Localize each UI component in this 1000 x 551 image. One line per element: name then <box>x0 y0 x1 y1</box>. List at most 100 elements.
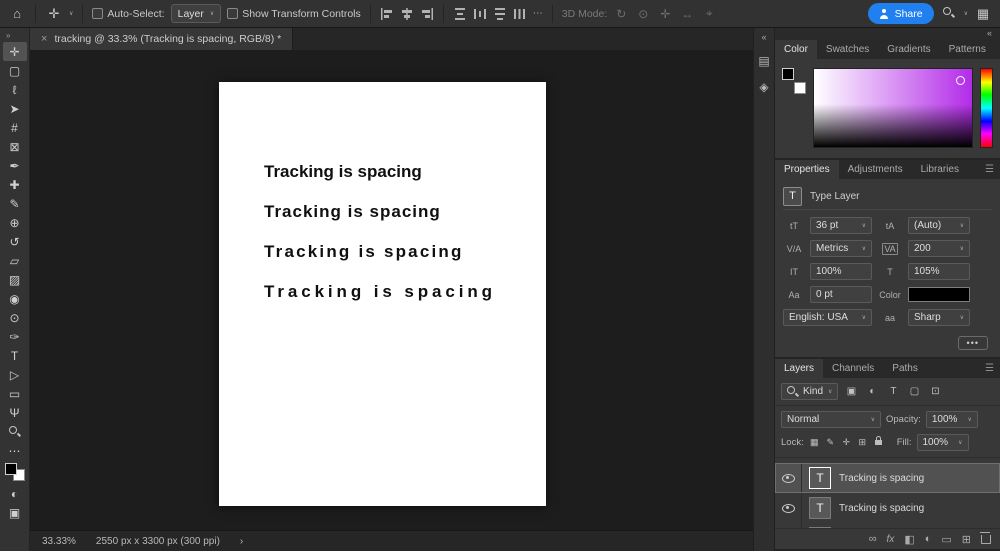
brush-tool[interactable]: ✎ <box>3 194 27 213</box>
zoom-level[interactable]: 33.33% <box>42 536 76 547</box>
type-color-swatch[interactable] <box>908 287 970 302</box>
leading-field[interactable]: (Auto) ∨ <box>908 217 970 234</box>
edit-toolbar-icon[interactable]: ⋯ <box>3 441 27 460</box>
collapse-dock-icon[interactable]: « <box>987 28 992 40</box>
zoom-tool[interactable] <box>3 422 27 441</box>
eraser-tool[interactable]: ▱ <box>3 251 27 270</box>
move-tool[interactable]: ✛ <box>2 42 27 61</box>
object-selection-tool[interactable]: ➤ <box>3 99 27 118</box>
auto-select-checkbox[interactable] <box>92 8 104 19</box>
distribute-vertical-centers-icon[interactable] <box>473 7 487 21</box>
pen-tool[interactable]: ✑ <box>3 327 27 346</box>
document-tab[interactable]: × tracking @ 33.3% (Tracking is spacing,… <box>30 28 294 50</box>
color-picker-marker[interactable] <box>956 76 965 85</box>
foreground-color-chip[interactable] <box>782 68 794 80</box>
dodge-tool[interactable]: ⊙ <box>3 308 27 327</box>
expand-dock-icon[interactable]: « <box>761 32 766 42</box>
libraries-cube-icon[interactable]: ◈ <box>759 80 768 94</box>
opacity-field[interactable]: 100% ∨ <box>925 411 978 428</box>
type-tool[interactable]: T <box>3 346 27 365</box>
share-button[interactable]: Share <box>867 3 934 24</box>
tracking-field[interactable]: 200 ∨ <box>908 240 970 257</box>
panel-menu-icon[interactable]: ☰ <box>995 40 1000 59</box>
more-properties-button[interactable]: ••• <box>957 336 988 350</box>
frame-tool[interactable]: ⊠ <box>3 137 27 156</box>
tab-swatches[interactable]: Swatches <box>817 40 878 59</box>
horizontal-scale-field[interactable]: 105% <box>908 263 970 280</box>
close-icon[interactable]: × <box>41 33 47 45</box>
clone-stamp-tool[interactable]: ⊕ <box>3 213 27 232</box>
tab-patterns[interactable]: Patterns <box>940 40 995 59</box>
distribute-top-edges-icon[interactable] <box>453 7 467 21</box>
lock-all-icon[interactable] <box>874 436 882 445</box>
hand-tool[interactable]: Ψ <box>3 403 27 422</box>
canvas-workspace[interactable]: Tracking is spacing Tracking is spacing … <box>30 50 753 530</box>
layer-row[interactable]: T Tracking is spacing <box>775 463 1000 493</box>
brush-settings-icon[interactable]: ▤ <box>758 54 769 68</box>
baseline-shift-field[interactable]: 0 pt <box>810 286 872 303</box>
color-picker-field[interactable] <box>813 68 973 148</box>
workspace-switcher-icon[interactable]: ▦ <box>974 6 992 22</box>
more-options-icon[interactable]: ⋯ <box>533 8 543 19</box>
tab-gradients[interactable]: Gradients <box>878 40 939 59</box>
distribute-bottom-edges-icon[interactable] <box>493 7 507 21</box>
healing-brush-tool[interactable]: ✚ <box>3 175 27 194</box>
3d-roll-icon[interactable]: ⊙ <box>635 7 651 21</box>
type-layer-thumbnail[interactable]: T <box>809 497 831 519</box>
anti-alias-field[interactable]: Sharp ∨ <box>908 309 970 326</box>
type-layer-thumbnail[interactable]: T <box>809 467 831 489</box>
search-icon[interactable] <box>940 6 958 21</box>
quick-mask-icon[interactable]: ◐ <box>3 484 27 503</box>
language-field[interactable]: English: USA ∨ <box>783 309 872 326</box>
tab-libraries[interactable]: Libraries <box>912 160 968 179</box>
document-page[interactable]: Tracking is spacing Tracking is spacing … <box>219 82 546 506</box>
background-color-chip[interactable] <box>794 82 806 94</box>
marquee-tool[interactable]: ▢ <box>3 61 27 80</box>
distribute-horizontal-centers-icon[interactable] <box>513 7 527 21</box>
tab-layers[interactable]: Layers <box>775 359 824 378</box>
tab-paths[interactable]: Paths <box>883 359 927 378</box>
tab-color[interactable]: Color <box>775 40 817 59</box>
eyedropper-tool[interactable]: ✒ <box>3 156 27 175</box>
3d-orbit-icon[interactable]: ↻ <box>613 7 629 21</box>
rectangle-tool[interactable]: ▭ <box>3 384 27 403</box>
add-mask-icon[interactable]: ◧ <box>904 533 914 546</box>
history-brush-tool[interactable]: ↺ <box>3 232 27 251</box>
tab-properties[interactable]: Properties <box>775 160 839 179</box>
font-size-field[interactable]: 36 pt ∨ <box>810 217 872 234</box>
adjustment-layer-icon[interactable]: ◐ <box>925 533 932 545</box>
3d-slide-icon[interactable]: ↔ <box>679 7 695 21</box>
layer-row[interactable]: T Tracking is spacing <box>775 493 1000 523</box>
filter-shape-layers-icon[interactable]: ▢ <box>906 386 922 397</box>
blend-mode-dropdown[interactable]: Normal ∨ <box>781 411 881 428</box>
lock-position-icon[interactable]: ✛ <box>841 437 852 448</box>
auto-select-target-dropdown[interactable]: Layer ∨ <box>170 4 222 23</box>
foreground-background-swatches[interactable] <box>4 463 25 481</box>
vertical-scale-field[interactable]: 100% <box>810 263 872 280</box>
tools-collapse-icon[interactable]: » <box>0 29 10 42</box>
layer-effects-icon[interactable]: fx <box>887 534 895 545</box>
home-icon[interactable]: ⌂ <box>8 6 26 21</box>
gradient-tool[interactable]: ▨ <box>3 270 27 289</box>
status-menu-chevron[interactable]: › <box>240 536 243 547</box>
kerning-field[interactable]: Metrics ∨ <box>810 240 872 257</box>
chevron-down-icon[interactable]: ∨ <box>964 11 968 17</box>
delete-layer-icon[interactable] <box>980 531 991 544</box>
align-right-edges-icon[interactable] <box>420 7 434 21</box>
current-tool-move-icon[interactable]: ✛ <box>45 6 63 22</box>
new-group-icon[interactable]: ▭ <box>941 533 951 546</box>
visibility-toggle[interactable] <box>775 463 802 493</box>
crop-tool[interactable]: # <box>3 118 27 137</box>
show-transform-checkbox[interactable] <box>227 8 239 19</box>
lock-transparency-icon[interactable]: ▦ <box>809 437 820 448</box>
align-horizontal-centers-icon[interactable] <box>400 7 414 21</box>
tab-adjustments[interactable]: Adjustments <box>839 160 912 179</box>
lock-artboard-icon[interactable]: ⊞ <box>857 437 868 448</box>
tab-channels[interactable]: Channels <box>823 359 883 378</box>
lock-image-icon[interactable]: ✎ <box>825 437 836 448</box>
chevron-down-icon[interactable]: ∨ <box>69 11 73 17</box>
panel-menu-icon[interactable]: ☰ <box>979 359 1000 378</box>
path-selection-tool[interactable]: ▷ <box>3 365 27 384</box>
link-layers-icon[interactable]: ∞ <box>869 533 877 545</box>
new-layer-icon[interactable]: ⊞ <box>962 533 971 546</box>
